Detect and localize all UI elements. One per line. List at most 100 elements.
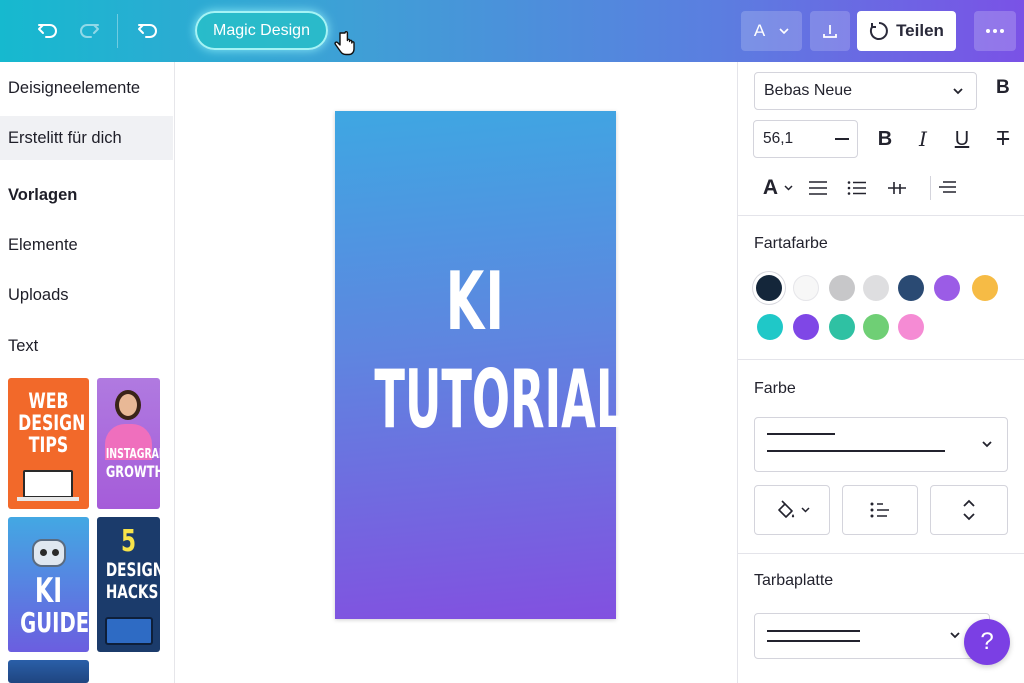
sidebar-item-templates[interactable]: Vorlagen — [0, 173, 173, 217]
robot-icon — [32, 539, 66, 567]
toolbar-divider — [930, 176, 931, 200]
palette-section-title: Tarbaplatte — [754, 572, 834, 589]
panel-divider — [738, 553, 1024, 554]
sidebar-item-text[interactable]: Text — [0, 324, 173, 368]
color-swatch[interactable] — [793, 314, 819, 340]
thumbnail-text: DESIGN — [18, 411, 86, 435]
thumbnail-text: INSTAGRAM — [105, 447, 160, 462]
list-icon — [847, 181, 866, 195]
chevron-down-icon — [800, 507, 810, 513]
text-color-letter: A — [753, 21, 766, 40]
color-swatch[interactable] — [757, 314, 783, 340]
vertical-spacing-button[interactable] — [930, 485, 1008, 535]
thumbnail-text: KI — [34, 571, 63, 611]
align-center-button[interactable] — [806, 173, 830, 203]
color-swatch[interactable] — [863, 314, 889, 340]
template-thumbnail[interactable] — [8, 660, 89, 683]
color-swatch[interactable] — [756, 275, 782, 301]
fill-color-button[interactable] — [754, 485, 830, 535]
color-swatch[interactable] — [898, 275, 924, 301]
download-button[interactable] — [810, 11, 850, 51]
line-style-select[interactable] — [754, 417, 1008, 472]
chevron-down-icon — [982, 441, 992, 448]
font-size-input[interactable]: 56,1 — [753, 120, 858, 158]
person-photo-icon — [115, 390, 141, 420]
color-swatch[interactable] — [793, 275, 819, 301]
template-thumbnail[interactable]: INSTAGRAM GROWTH — [97, 378, 160, 509]
chevron-down-icon — [784, 185, 793, 191]
text-color-button[interactable]: A — [758, 173, 798, 203]
paint-bucket-icon — [777, 500, 794, 518]
top-toolbar: Magic Design A Teilen — [0, 0, 1024, 62]
decrease-size-icon[interactable] — [835, 138, 849, 140]
color-swatch[interactable] — [898, 314, 924, 340]
line-spacing-button[interactable] — [935, 173, 959, 203]
template-thumbnail[interactable]: KI GUIDE — [8, 517, 89, 652]
chevron-down-icon — [953, 88, 963, 95]
italic-button[interactable]: I — [908, 124, 938, 154]
share-label: Teilen — [896, 21, 944, 40]
tablet-icon — [105, 617, 153, 645]
chevron-down-icon — [779, 28, 789, 34]
palette-select[interactable] — [754, 613, 990, 659]
sidebar-item-design-elements[interactable]: Deisigneelemente — [0, 66, 173, 110]
sidebar-item-uploads[interactable]: Uploads — [0, 273, 173, 317]
color-swatch[interactable] — [934, 275, 960, 301]
help-button[interactable]: ? — [964, 619, 1010, 665]
spacing-button[interactable] — [885, 173, 909, 203]
panel-divider — [738, 215, 1024, 216]
align-icon — [809, 181, 827, 195]
thumbnail-text: TIPS — [28, 433, 69, 457]
more-icon — [986, 29, 1004, 33]
line-preview — [767, 640, 860, 642]
line-preview — [767, 630, 860, 632]
list-style-button[interactable] — [842, 485, 918, 535]
strikethrough-button[interactable]: T — [988, 124, 1018, 154]
line-preview-short — [767, 433, 835, 435]
color-swatch[interactable] — [829, 314, 855, 340]
hand-cursor-icon — [333, 30, 357, 58]
font-family-select[interactable]: Bebas Neue — [754, 72, 977, 110]
underline-button[interactable]: U — [947, 124, 977, 154]
thumbnail-text: DESIGN — [105, 559, 160, 581]
template-thumbnail[interactable]: WEB DESIGN TIPS — [8, 378, 89, 509]
color-swatch[interactable] — [972, 275, 998, 301]
sidebar-item-elements[interactable]: Elemente — [0, 223, 173, 267]
thumbnail-text: GROWTH — [105, 462, 160, 481]
panel-divider — [738, 359, 1024, 360]
share-button[interactable]: Teilen — [857, 11, 956, 51]
toolbar-divider — [117, 14, 118, 48]
template-thumbnail[interactable]: 5 DESIGN HACKS — [97, 517, 160, 652]
bold-toggle-top[interactable]: B — [996, 77, 1010, 99]
undo-icon[interactable] — [34, 17, 62, 45]
color-section-title: Farbe — [754, 380, 796, 397]
font-size-value: 56,1 — [763, 130, 794, 147]
spacing-icon — [888, 182, 906, 194]
magic-design-button[interactable]: Magic Design — [195, 11, 328, 50]
design-page[interactable]: KI TUTORIAL — [335, 111, 624, 619]
color-swatch[interactable] — [829, 275, 855, 301]
text-color-glyph: A — [762, 176, 779, 199]
font-family-value: Bebas Neue — [764, 82, 853, 99]
laptop-icon — [23, 470, 73, 498]
sidebar-item-created-for-you[interactable]: Erstelitt für dich — [0, 116, 173, 160]
undo-alt-icon[interactable] — [134, 17, 162, 45]
list-button[interactable] — [845, 173, 869, 203]
laptop-base-icon — [17, 497, 79, 501]
line-preview-long — [767, 450, 945, 452]
text-color-section-title: Fartafarbe — [754, 235, 828, 252]
redo-icon[interactable] — [75, 17, 103, 45]
canvas-title-line2[interactable]: TUTORIAL — [374, 357, 624, 443]
more-options-button[interactable] — [974, 11, 1016, 51]
thumbnail-text: WEB — [28, 389, 69, 413]
list-style-icon — [870, 502, 889, 518]
bold-button[interactable]: B — [870, 124, 900, 154]
thumbnail-text: 5 — [120, 524, 137, 559]
canvas-title-line1[interactable]: KI — [388, 257, 562, 347]
text-color-dropdown[interactable]: A — [741, 11, 802, 51]
share-icon — [870, 22, 888, 40]
line-spacing-icon — [939, 181, 956, 193]
chevron-down-icon — [950, 632, 960, 639]
color-swatch[interactable] — [863, 275, 889, 301]
chevron-up-down-icon — [963, 499, 975, 521]
